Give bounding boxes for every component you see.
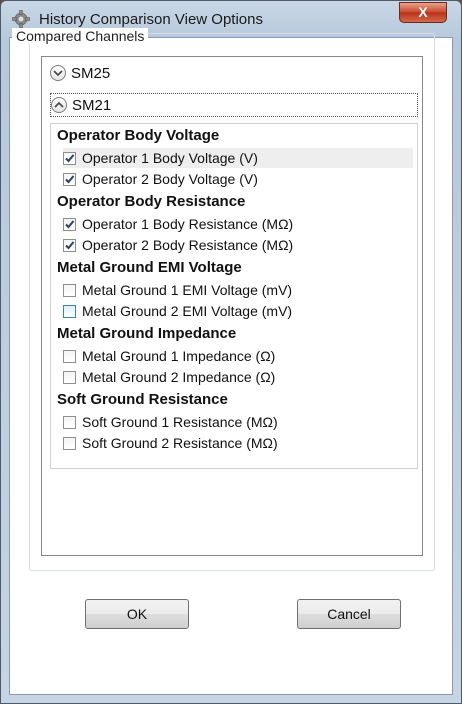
- channel-checkbox-row[interactable]: Metal Ground 2 EMI Voltage (mV): [63, 301, 413, 321]
- expander-sm25[interactable]: SM25: [50, 61, 418, 85]
- chevron-up-icon[interactable]: [51, 97, 67, 113]
- channel-checkbox-row[interactable]: Soft Ground 2 Resistance (MΩ): [63, 433, 413, 453]
- checkbox[interactable]: [63, 436, 76, 450]
- checkbox[interactable]: [63, 304, 76, 318]
- channel-list[interactable]: SM25 SM21 Operator Body Voltage Operator…: [41, 56, 423, 556]
- checkbox-label: Operator 2 Body Voltage (V): [82, 171, 258, 187]
- group-heading: Metal Ground EMI Voltage: [57, 259, 242, 276]
- dialog-window: History Comparison View Options X Compar…: [0, 0, 462, 704]
- channel-checkbox-row[interactable]: Metal Ground 1 EMI Voltage (mV): [63, 280, 413, 300]
- expander-sm21[interactable]: SM21: [50, 93, 418, 117]
- checkbox[interactable]: [63, 151, 76, 165]
- group-heading: Operator Body Voltage: [57, 127, 220, 144]
- close-button[interactable]: X: [399, 2, 447, 23]
- group-heading: Soft Ground Resistance: [57, 391, 228, 408]
- checkbox[interactable]: [63, 349, 76, 363]
- channel-checkbox-row[interactable]: Operator 2 Body Voltage (V): [63, 169, 413, 189]
- checkmark-icon: [65, 153, 75, 162]
- checkbox[interactable]: [63, 172, 76, 186]
- checkmark-icon: [65, 174, 75, 183]
- checkbox[interactable]: [63, 238, 76, 252]
- window-title: History Comparison View Options: [39, 11, 263, 28]
- checkbox-label: Metal Ground 1 EMI Voltage (mV): [82, 282, 293, 298]
- group-label: Compared Channels: [12, 28, 149, 44]
- channel-name: SM21: [72, 96, 112, 114]
- checkmark-icon: [65, 219, 75, 228]
- channel-name: SM25: [71, 64, 111, 82]
- checkbox-label: Metal Ground 1 Impedance (Ω): [82, 348, 276, 364]
- checkmark-icon: [65, 240, 75, 249]
- sm21-channel-panel: Operator Body Voltage Operator 1 Body Vo…: [50, 123, 418, 469]
- checkbox-label: Soft Ground 2 Resistance (MΩ): [82, 435, 278, 451]
- checkbox[interactable]: [63, 283, 76, 297]
- channel-checkbox-row[interactable]: Soft Ground 1 Resistance (MΩ): [63, 412, 413, 432]
- cancel-button[interactable]: Cancel: [297, 599, 401, 629]
- checkbox[interactable]: [63, 370, 76, 384]
- checkbox-label: Operator 1 Body Resistance (MΩ): [82, 216, 294, 232]
- chevron-down-icon[interactable]: [50, 65, 66, 81]
- gear-icon: [11, 9, 31, 29]
- checkbox-label: Operator 2 Body Resistance (MΩ): [82, 237, 294, 253]
- channel-checkbox-row[interactable]: Operator 1 Body Resistance (MΩ): [63, 214, 413, 234]
- group-heading: Metal Ground Impedance: [57, 325, 237, 342]
- checkbox-label: Soft Ground 1 Resistance (MΩ): [82, 414, 278, 430]
- checkbox-label: Metal Ground 2 EMI Voltage (mV): [82, 303, 293, 319]
- ok-button[interactable]: OK: [85, 599, 189, 629]
- channel-checkbox-row[interactable]: Operator 2 Body Resistance (MΩ): [63, 235, 413, 255]
- checkbox-label: Metal Ground 2 Impedance (Ω): [82, 369, 276, 385]
- channel-checkbox-row[interactable]: Metal Ground 2 Impedance (Ω): [63, 367, 413, 387]
- checkbox[interactable]: [63, 415, 76, 429]
- channel-checkbox-row[interactable]: Operator 1 Body Voltage (V): [63, 148, 413, 168]
- checkbox-label: Operator 1 Body Voltage (V): [82, 150, 258, 166]
- channel-checkbox-row[interactable]: Metal Ground 1 Impedance (Ω): [63, 346, 413, 366]
- group-heading: Operator Body Resistance: [57, 193, 246, 210]
- checkbox[interactable]: [63, 217, 76, 231]
